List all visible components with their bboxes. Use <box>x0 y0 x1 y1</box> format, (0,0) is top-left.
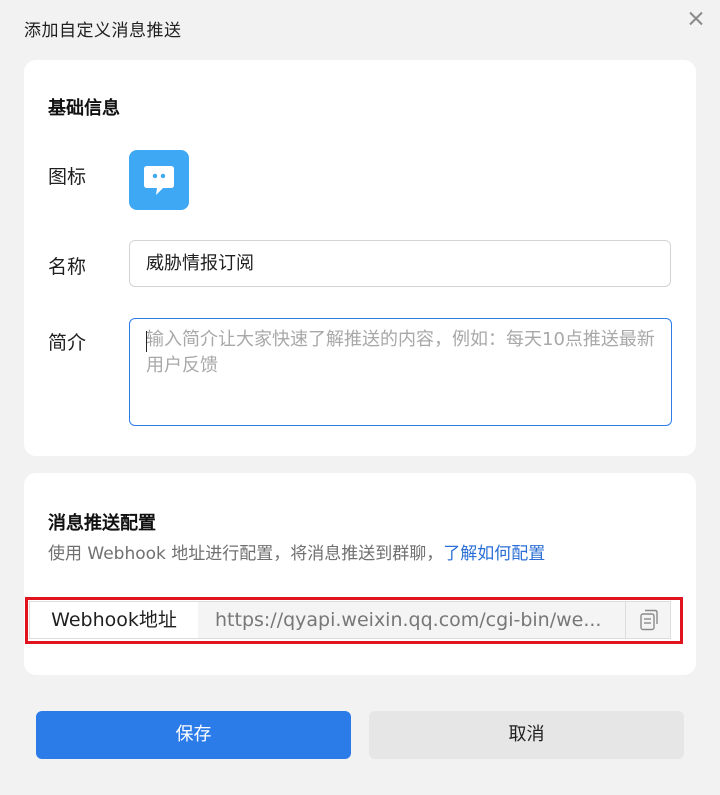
config-hint-text: 使用 Webhook 地址进行配置，将消息推送到群聊， <box>48 544 444 564</box>
desc-label: 简介 <box>48 332 87 354</box>
webhook-field: Webhook地址 https://qyapi.weixin.qq.com/cg… <box>29 601 671 639</box>
learn-config-link[interactable]: 了解如何配置 <box>443 544 545 564</box>
cancel-button[interactable]: 取消 <box>369 711 684 759</box>
icon-label: 图标 <box>48 166 87 188</box>
name-input[interactable]: 威胁情报订阅 <box>129 240 671 287</box>
chat-bubble-icon[interactable] <box>129 150 189 210</box>
push-config-card: 消息推送配置 使用 Webhook 地址进行配置，将消息推送到群聊，了解如何配置… <box>24 473 696 675</box>
copy-icon[interactable] <box>625 602 670 638</box>
save-button[interactable]: 保存 <box>36 711 351 759</box>
description-placeholder: 输入简介让大家快速了解推送的内容，例如：每天10点推送最新用户反馈 <box>146 329 655 376</box>
dialog-title: 添加自定义消息推送 <box>24 21 182 41</box>
basic-info-title: 基础信息 <box>48 98 120 119</box>
text-caret <box>146 331 147 352</box>
close-icon[interactable] <box>684 7 708 31</box>
description-textarea[interactable]: 输入简介让大家快速了解推送的内容，例如：每天10点推送最新用户反馈 <box>129 318 672 426</box>
basic-info-card: 基础信息 图标 名称 威胁情报订阅 简介 输入简介让大家快速了解推送的内容，例如… <box>24 60 696 456</box>
webhook-url-input[interactable]: https://qyapi.weixin.qq.com/cgi-bin/we..… <box>198 602 625 638</box>
webhook-label: Webhook地址 <box>30 602 199 638</box>
config-hint: 使用 Webhook 地址进行配置，将消息推送到群聊，了解如何配置 <box>48 539 545 564</box>
push-config-title: 消息推送配置 <box>48 513 156 534</box>
name-label: 名称 <box>48 256 87 278</box>
custom-push-dialog: 添加自定义消息推送 基础信息 图标 名称 威胁情报订阅 简介 输入简介让大家快速… <box>0 0 720 795</box>
